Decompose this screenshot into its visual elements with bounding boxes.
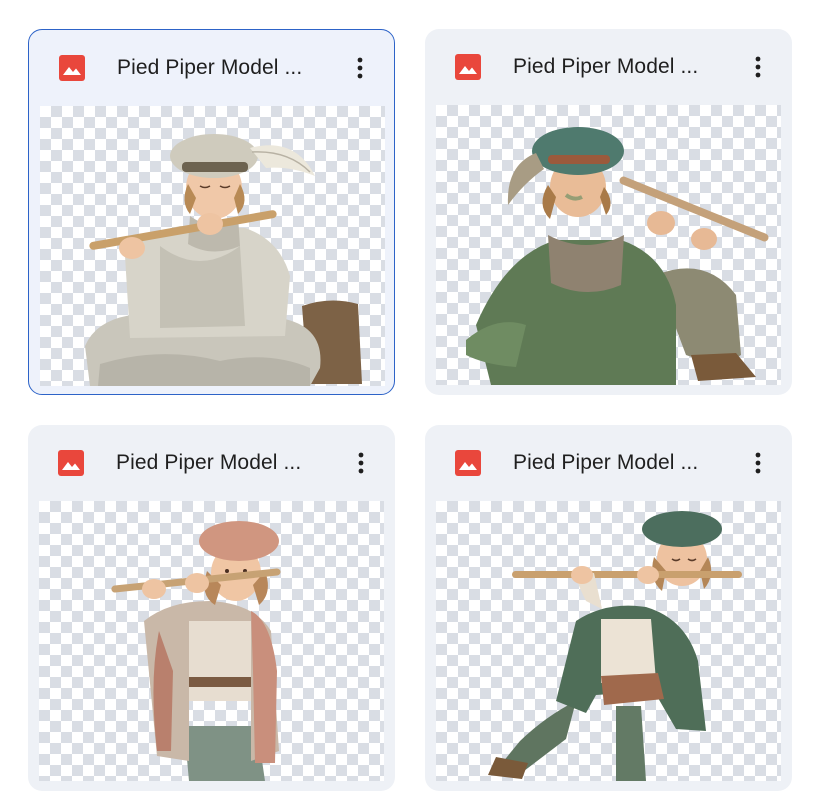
- file-thumbnail[interactable]: [39, 501, 384, 781]
- file-card-header: Pied Piper Model ...: [28, 425, 395, 497]
- pied-piper-boy-image: [111, 521, 281, 781]
- file-name[interactable]: Pied Piper Model ...: [513, 54, 698, 80]
- file-name[interactable]: Pied Piper Model ...: [116, 450, 301, 476]
- file-card-header: Pied Piper Model ...: [29, 30, 394, 102]
- more-vert-icon: [755, 56, 761, 78]
- more-options-button[interactable]: [740, 49, 776, 85]
- file-name[interactable]: Pied Piper Model ...: [117, 55, 302, 81]
- pied-piper-boy-image: [85, 134, 362, 386]
- file-card-header: Pied Piper Model ...: [425, 425, 792, 497]
- image-icon: [59, 55, 85, 81]
- image-icon: [455, 54, 481, 80]
- image-icon: [455, 450, 481, 476]
- image-icon: [58, 450, 84, 476]
- pied-piper-boy-image: [488, 511, 742, 781]
- more-vert-icon: [358, 452, 364, 474]
- file-thumbnail[interactable]: [436, 105, 781, 385]
- file-card-1[interactable]: Pied Piper Model ...: [28, 29, 395, 395]
- file-card-3[interactable]: Pied Piper Model ...: [28, 425, 395, 791]
- more-vert-icon: [755, 452, 761, 474]
- file-card-header: Pied Piper Model ...: [425, 29, 792, 101]
- file-card-2[interactable]: Pied Piper Model ...: [425, 29, 792, 395]
- more-options-button[interactable]: [343, 445, 379, 481]
- pied-piper-boy-image: [466, 127, 769, 385]
- more-options-button[interactable]: [740, 445, 776, 481]
- file-name[interactable]: Pied Piper Model ...: [513, 450, 698, 476]
- more-options-button[interactable]: [342, 50, 378, 86]
- file-thumbnail[interactable]: [40, 106, 385, 386]
- file-card-4[interactable]: Pied Piper Model ...: [425, 425, 792, 791]
- file-thumbnail[interactable]: [436, 501, 781, 781]
- more-vert-icon: [357, 57, 363, 79]
